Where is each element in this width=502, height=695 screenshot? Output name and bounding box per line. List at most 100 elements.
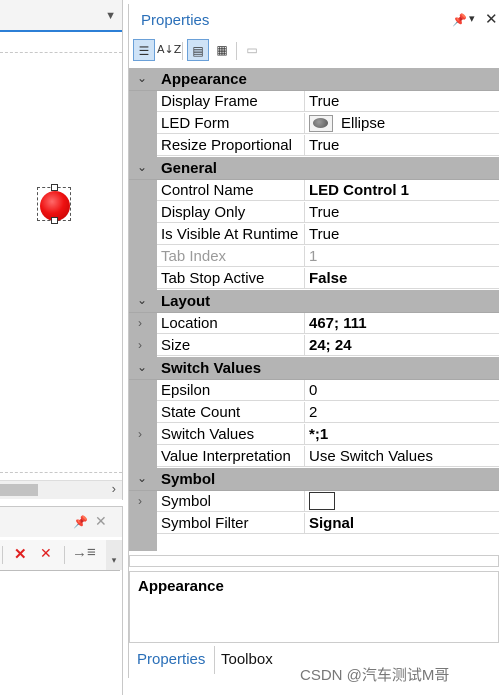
pin-icon[interactable]: 📌 [452, 13, 467, 27]
property-row-control-name[interactable]: Control Name LED Control 1 [129, 180, 499, 202]
indent-icon[interactable]: →≡ [72, 544, 96, 561]
property-name[interactable]: Resize Proportional [157, 135, 305, 156]
property-value[interactable]: 467; 111 [305, 313, 499, 334]
close-icon[interactable]: ✕ [95, 513, 107, 530]
property-row-display-frame[interactable]: Display Frame True [129, 91, 499, 113]
properties-view-icon[interactable]: ▤ [187, 39, 209, 61]
property-row-symbol-filter[interactable]: Symbol Filter Signal [129, 513, 499, 535]
property-name[interactable]: Is Visible At Runtime [157, 224, 305, 245]
row-gutter [129, 402, 157, 424]
window-menu-icon[interactable]: ▾ [469, 12, 475, 25]
property-row-tab-stop-active[interactable]: Tab Stop Active False [129, 268, 499, 290]
pin-icon[interactable]: 📌 [73, 515, 88, 529]
property-value[interactable]: True [305, 135, 499, 156]
toolbar-separator [64, 546, 65, 564]
property-name[interactable]: Switch Values [157, 424, 305, 445]
property-pages-icon[interactable]: ▭ [241, 39, 263, 61]
chevron-down-icon[interactable]: ▼ [105, 10, 116, 22]
property-row-size[interactable]: › Size 24; 24 [129, 335, 499, 357]
row-gutter [129, 180, 157, 202]
chevron-down-icon[interactable]: ⌄ [137, 471, 147, 485]
form-designer[interactable]: ▼ › [0, 0, 123, 500]
property-value[interactable]: False [305, 268, 499, 289]
property-value[interactable]: 1 [305, 246, 499, 267]
category-switch-values[interactable]: ⌄ Switch Values [129, 357, 499, 380]
chevron-right-icon[interactable]: › [138, 316, 142, 330]
events-view-icon[interactable]: ▦ [211, 39, 233, 61]
property-name[interactable]: Symbol Filter [157, 513, 305, 534]
close-icon[interactable]: ✕ [485, 10, 498, 28]
toolbar-overflow-icon[interactable]: ▾ [106, 540, 122, 570]
property-row-epsilon[interactable]: Epsilon 0 [129, 380, 499, 402]
property-value[interactable]: Use Switch Values [305, 446, 499, 467]
category-symbol[interactable]: ⌄ Symbol [129, 468, 499, 491]
scrollbar-thumb[interactable] [0, 484, 38, 496]
property-value[interactable] [305, 491, 499, 512]
property-name[interactable]: Display Frame [157, 91, 305, 112]
watermark: CSDN @汽车测试M哥 [300, 667, 450, 684]
property-name[interactable]: Size [157, 335, 305, 356]
output-list[interactable] [0, 570, 120, 693]
property-grid[interactable]: ⌄ Appearance Display Frame True LED Form Elli… [129, 68, 499, 535]
delete-icon[interactable]: ✕ [14, 545, 27, 563]
property-name[interactable]: Location [157, 313, 305, 334]
symbol-preview-icon [309, 492, 335, 511]
properties-panel: Properties 📌 ▾ ✕ ☰ A↓Z ▤ ▦ ▭ ⌄ Appearance… [128, 4, 501, 678]
row-gutter [129, 446, 157, 468]
property-name[interactable]: State Count [157, 402, 305, 423]
chevron-right-icon[interactable]: › [138, 427, 142, 441]
property-value[interactable]: *;1 [305, 424, 499, 445]
resize-handle-top[interactable] [51, 184, 58, 191]
property-row-resize-proportional[interactable]: Resize Proportional True [129, 135, 499, 157]
horizontal-scrollbar[interactable]: › [0, 480, 122, 499]
chevron-right-icon[interactable]: › [138, 494, 142, 508]
form-border-bottom [0, 472, 122, 473]
property-value[interactable]: Signal [305, 513, 499, 534]
chevron-down-icon[interactable]: ⌄ [137, 160, 147, 174]
property-value[interactable]: Ellipse [305, 113, 499, 134]
property-name[interactable]: Tab Stop Active [157, 268, 305, 289]
chevron-down-icon[interactable]: ⌄ [137, 71, 147, 85]
property-row-symbol[interactable]: › Symbol [129, 491, 499, 513]
property-row-switch-values[interactable]: › Switch Values *;1 [129, 424, 499, 446]
category-general[interactable]: ⌄ General [129, 157, 499, 180]
property-value[interactable]: 2 [305, 402, 499, 423]
left-pane: ▼ › 📌 ✕ ✕ ✕ →≡ ▾ [0, 0, 124, 695]
row-gutter [129, 202, 157, 224]
property-value[interactable]: 24; 24 [305, 335, 499, 356]
property-row-tab-index[interactable]: Tab Index 1 [129, 246, 499, 268]
property-name[interactable]: Symbol [157, 491, 305, 512]
category-appearance[interactable]: ⌄ Appearance [129, 68, 499, 91]
resize-handle-bottom[interactable] [51, 217, 58, 224]
property-row-location[interactable]: › Location 467; 111 [129, 313, 499, 335]
property-value[interactable]: True [305, 202, 499, 223]
tab-toolbox[interactable]: Toolbox [215, 646, 279, 674]
chevron-right-icon[interactable]: › [138, 338, 142, 352]
chevron-down-icon[interactable]: ⌄ [137, 293, 147, 307]
active-tab-indicator [0, 30, 122, 32]
alphabetical-sort-icon[interactable]: A↓Z [157, 39, 181, 61]
chevron-down-icon[interactable]: ⌄ [137, 360, 147, 374]
row-gutter: › [129, 335, 157, 357]
tab-properties[interactable]: Properties [131, 646, 212, 674]
delete-all-icon[interactable]: ✕ [40, 545, 52, 562]
property-row-state-count[interactable]: State Count 2 [129, 402, 499, 424]
property-value[interactable]: 0 [305, 380, 499, 401]
scroll-right-icon[interactable]: › [112, 481, 116, 496]
category-layout[interactable]: ⌄ Layout [129, 290, 499, 313]
property-name[interactable]: Tab Index [157, 246, 305, 267]
property-row-value-interpretation[interactable]: Value Interpretation Use Switch Values [129, 446, 499, 468]
property-value[interactable]: LED Control 1 [305, 180, 499, 201]
property-name[interactable]: LED Form [157, 113, 305, 134]
property-row-led-form[interactable]: LED Form Ellipse [129, 113, 499, 135]
property-value[interactable]: True [305, 91, 499, 112]
output-pane: 📌 ✕ ✕ ✕ →≡ ▾ [0, 506, 123, 695]
property-name[interactable]: Control Name [157, 180, 305, 201]
property-name[interactable]: Epsilon [157, 380, 305, 401]
property-value[interactable]: True [305, 224, 499, 245]
categorized-view-icon[interactable]: ☰ [133, 39, 155, 61]
property-name[interactable]: Value Interpretation [157, 446, 305, 467]
property-row-is-visible-at-runtime[interactable]: Is Visible At Runtime True [129, 224, 499, 246]
property-row-display-only[interactable]: Display Only True [129, 202, 499, 224]
property-name[interactable]: Display Only [157, 202, 305, 223]
